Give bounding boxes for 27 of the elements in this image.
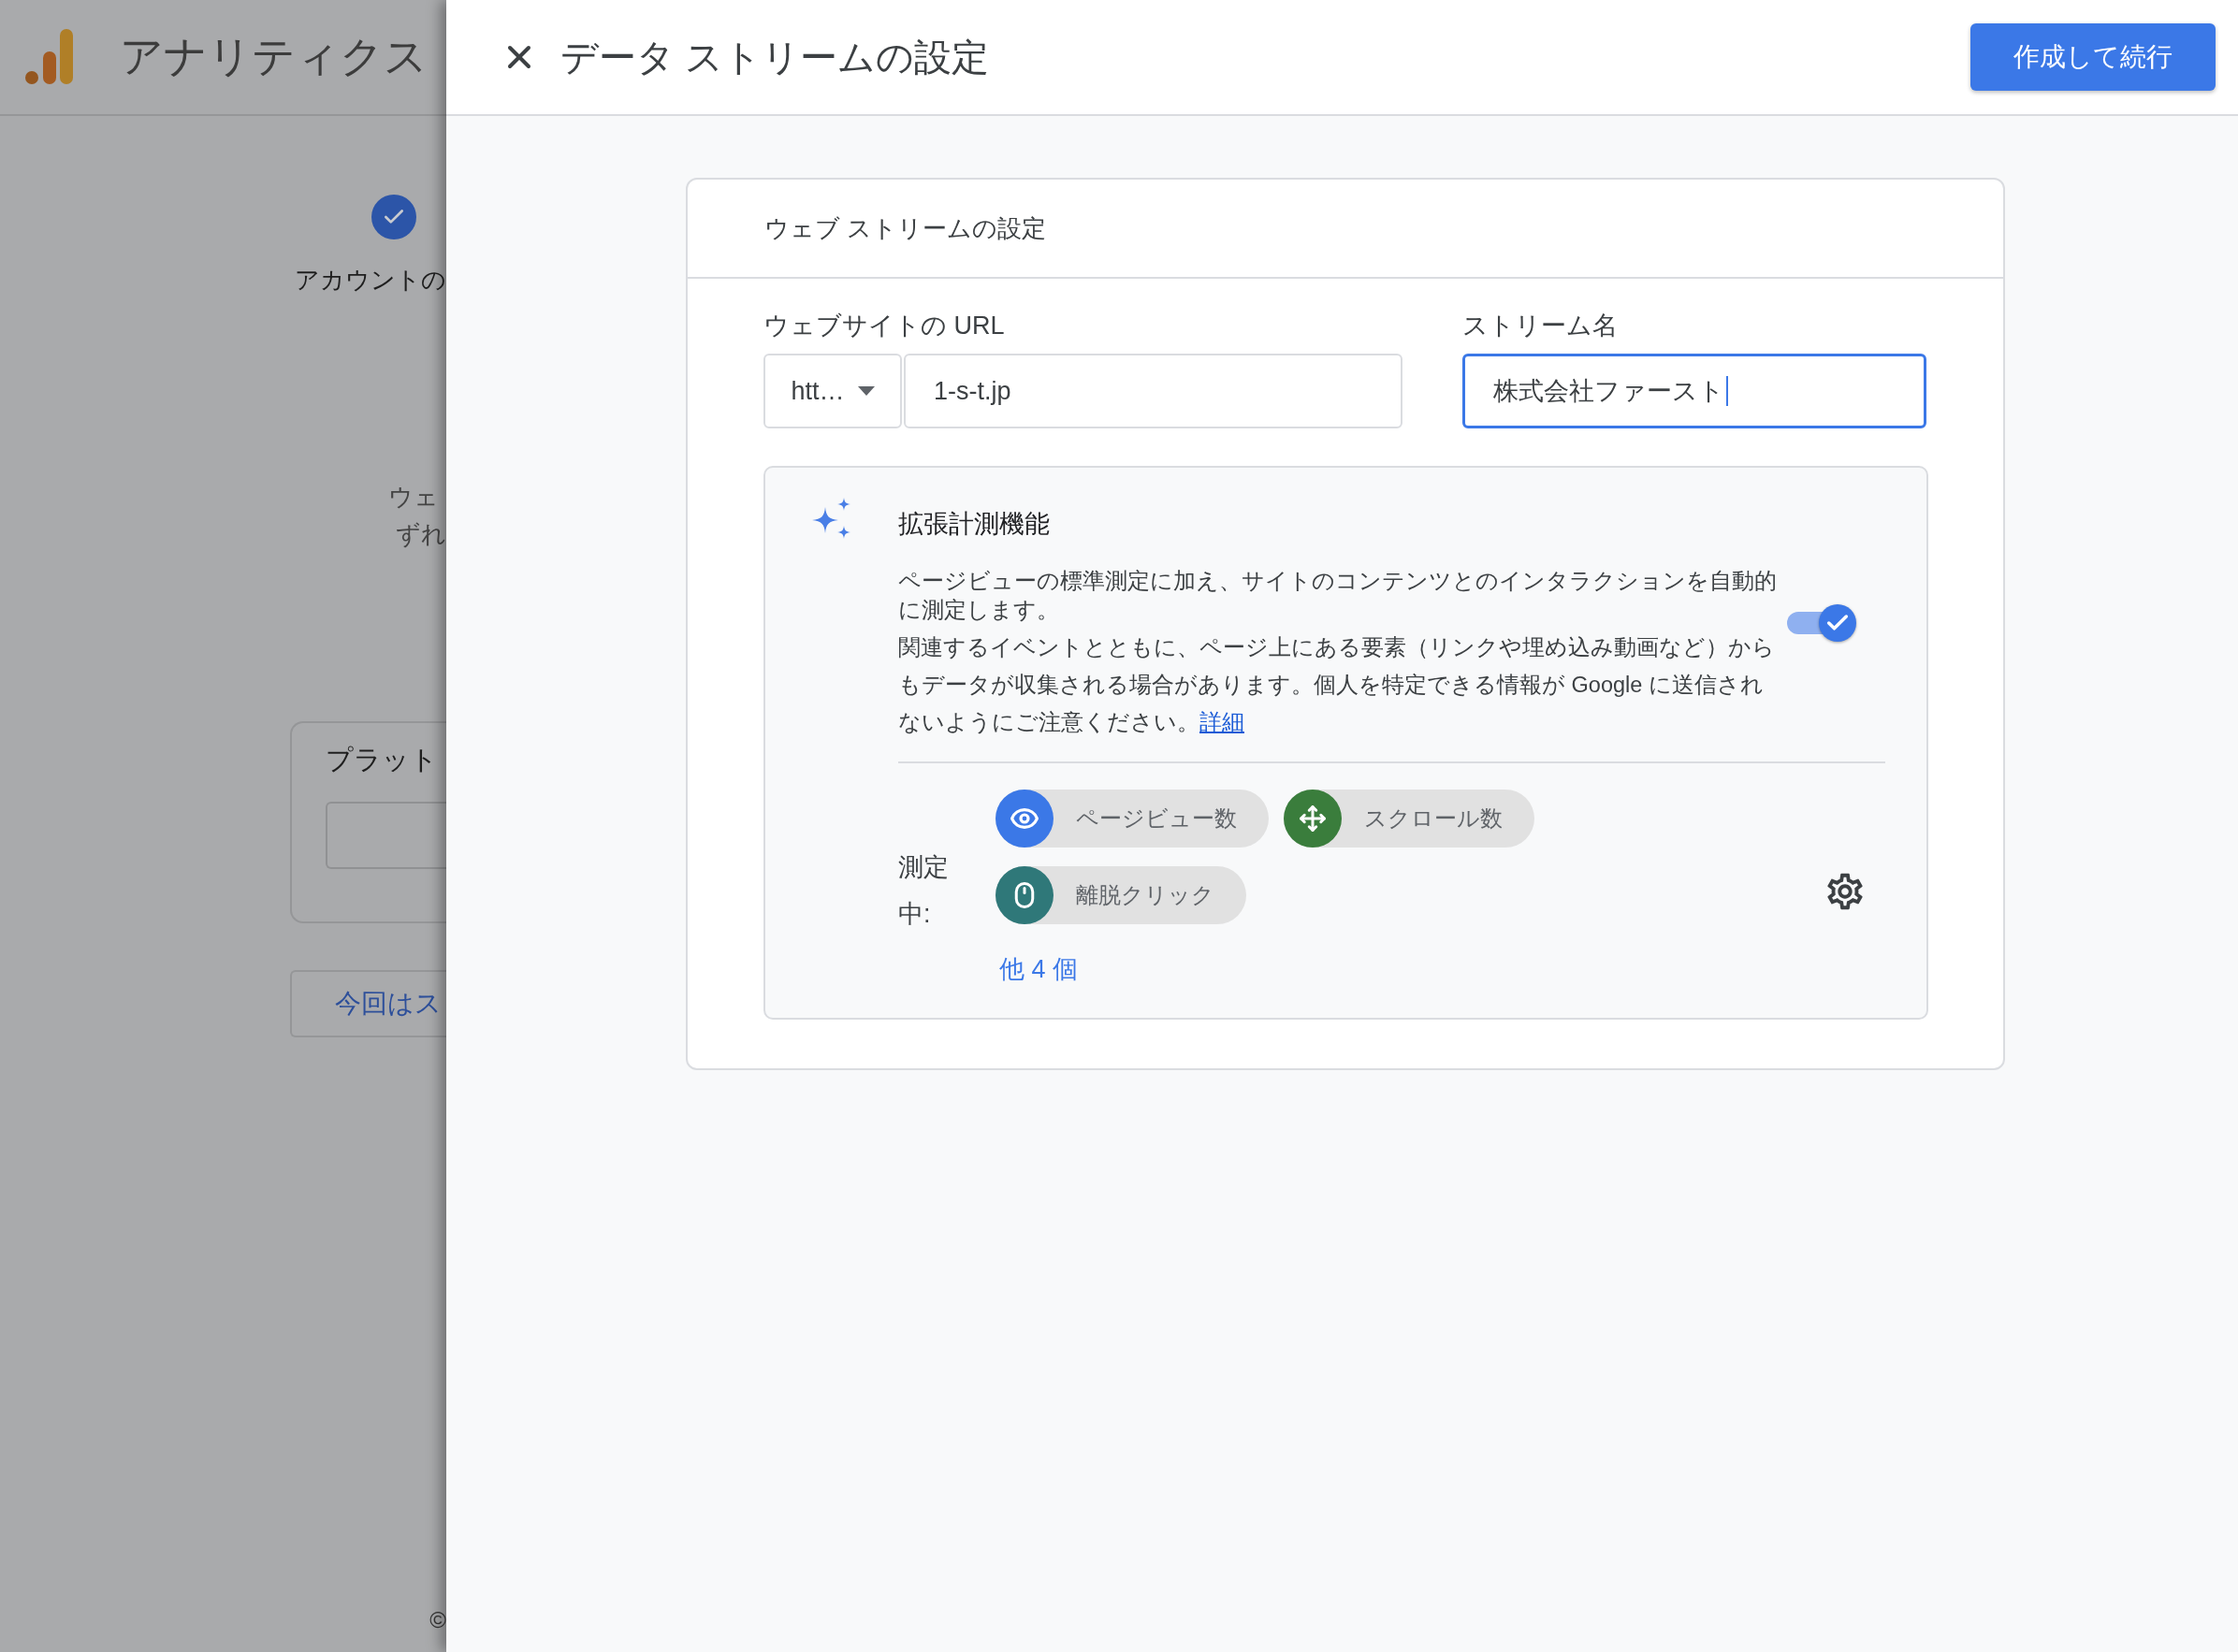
event-chip: 離脱クリック xyxy=(995,866,1246,924)
card-title: プラット xyxy=(326,744,439,776)
description-text: ウェ xyxy=(388,482,439,513)
field-label: ストリーム名 xyxy=(1462,311,1619,341)
toggle-switch[interactable] xyxy=(1787,604,1856,642)
bar-chart-logo-icon xyxy=(24,29,75,85)
stream-name-input-field[interactable]: 株式会社ファースト xyxy=(1462,354,1926,428)
field-label: ウェブサイトの URL xyxy=(763,311,1006,341)
section-title: 拡張計測機能 xyxy=(898,509,1051,540)
dialog-title: データ ストリームの設定 xyxy=(560,35,991,80)
description-text: ずれ xyxy=(396,519,446,550)
more-events-link[interactable]: 他 4 個 xyxy=(999,952,1824,986)
description-text: 関連するイベントとともに、ページ上にある要素（リンクや埋め込み動画など）からもデータが収集される場合があります。個人を特定できる情報が Google に送信されないようにご注意ください。詳細 xyxy=(898,634,1776,736)
protocol-dropdown[interactable]: htt… xyxy=(763,354,902,428)
event-chip: ページビュー数 xyxy=(995,790,1269,848)
caret-icon xyxy=(857,386,875,396)
measuring-label: 測定中: xyxy=(898,852,950,930)
copyright-text: © xyxy=(429,1607,446,1633)
event-chip: スクロール数 xyxy=(1284,790,1534,848)
details-link[interactable]: 詳細 xyxy=(1199,710,1244,734)
url-input-field[interactable]: 1-s-t.jp xyxy=(904,354,1402,428)
create-continue-button[interactable]: 作成して続行 xyxy=(1970,23,2216,91)
app-title: アナリティクス xyxy=(120,31,428,82)
step-label: アカウントの xyxy=(295,265,446,296)
four-arrows-icon xyxy=(1299,804,1327,833)
card-title: ウェブ ストリームの設定 xyxy=(764,212,1047,244)
description-text: ページビューの標準測定に加え、サイトのコンテンツとのインタラクションを自動的に測定します。 xyxy=(898,568,1778,624)
